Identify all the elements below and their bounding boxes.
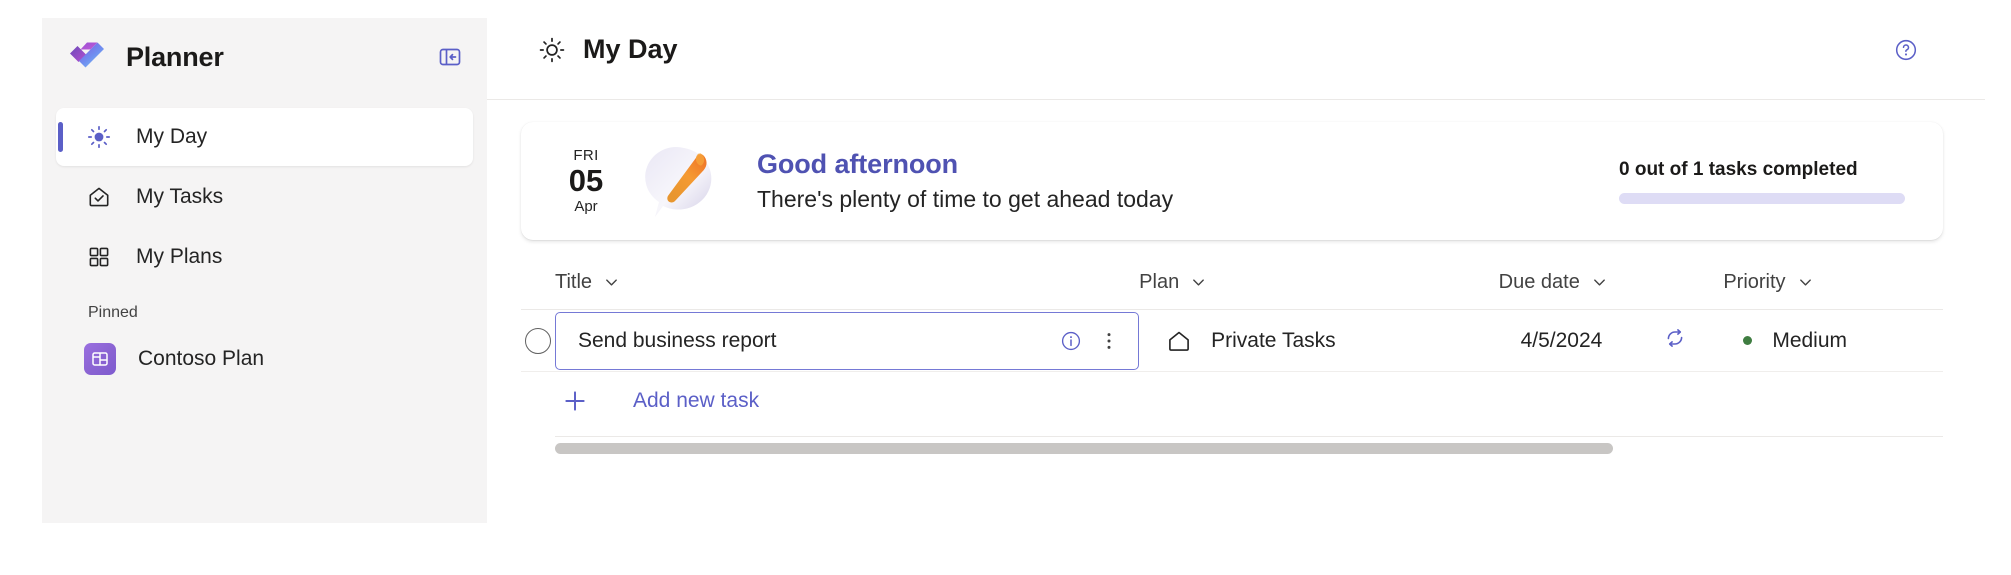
- sidebar-nav: My Day My Tasks My Plans Pinned Contoso …: [42, 96, 487, 388]
- column-header-label: Due date: [1498, 271, 1580, 293]
- home-icon: [1165, 327, 1193, 355]
- chevron-down-icon: [1798, 275, 1813, 290]
- banner-month: Apr: [574, 198, 598, 216]
- column-header-title[interactable]: Title: [555, 271, 1139, 294]
- banner-day-of-week: FRI: [573, 146, 599, 164]
- column-header-label: Plan: [1139, 271, 1180, 293]
- tasks-table: Title Plan Due date Priority Send busine…: [487, 256, 2011, 458]
- banner-text: Good afternoon There's plenty of time to…: [757, 149, 1173, 213]
- page-title: My Day: [583, 34, 678, 64]
- task-title-input[interactable]: Send business report: [555, 311, 1140, 370]
- collapse-sidebar-icon[interactable]: [433, 40, 467, 74]
- scrollbar-thumb[interactable]: [555, 443, 1613, 454]
- greeting-banner: FRI 05 Apr Good afternoon There's plenty…: [521, 122, 1943, 240]
- sidebar-section-pinned: Pinned: [88, 304, 138, 321]
- column-header-plan[interactable]: Plan: [1139, 271, 1498, 294]
- task-due-date-cell[interactable]: 4/5/2024: [1499, 326, 1724, 356]
- task-plan-cell[interactable]: Private Tasks: [1139, 327, 1498, 355]
- sidebar: Planner My Day My Tasks My Plans Pinned …: [42, 18, 487, 523]
- sidebar-item-contoso-plan[interactable]: Contoso Plan: [56, 330, 473, 388]
- banner-day-number: 05: [568, 162, 604, 198]
- sidebar-item-label: My Day: [136, 125, 208, 148]
- home-check-icon: [86, 184, 112, 210]
- task-plan-name: Private Tasks: [1211, 328, 1336, 352]
- column-header-label: Title: [555, 271, 593, 293]
- sidebar-item-my-day[interactable]: My Day: [56, 108, 473, 166]
- planner-logo-icon: [66, 36, 108, 78]
- brand-title: Planner: [126, 41, 224, 72]
- column-header-priority[interactable]: Priority: [1723, 271, 1943, 294]
- add-new-task-button[interactable]: Add new task: [521, 372, 2011, 430]
- plan-board-icon: [84, 343, 116, 375]
- table-row[interactable]: Send business report Private Tasks 4/5/2…: [521, 310, 1943, 372]
- more-vertical-icon[interactable]: [1094, 326, 1124, 356]
- greeting-title: Good afternoon: [757, 149, 959, 179]
- table-header-row: Title Plan Due date Priority: [521, 256, 1943, 310]
- add-new-task-label: Add new task: [633, 389, 760, 412]
- task-due-date-text: 4/5/2024: [1520, 328, 1603, 352]
- tasks-progress-bar: [1619, 192, 1905, 204]
- tasks-progress-label: 0 out of 1 tasks completed: [1619, 158, 1858, 180]
- column-header-due-date[interactable]: Due date: [1499, 271, 1724, 294]
- pencil-bubble-illustration: [641, 138, 727, 224]
- chevron-down-icon: [1191, 275, 1206, 290]
- horizontal-scrollbar[interactable]: [555, 436, 1943, 458]
- task-priority-cell[interactable]: Medium: [1723, 329, 1943, 353]
- main-content: My Day FRI 05 Apr Good afternoon There's…: [487, 0, 2011, 575]
- sun-icon: [537, 35, 567, 65]
- sidebar-item-label: My Plans: [136, 245, 223, 268]
- sidebar-item-label: My Tasks: [136, 185, 224, 208]
- info-circle-icon[interactable]: [1056, 326, 1086, 356]
- task-complete-checkbox[interactable]: [521, 327, 555, 354]
- circle-icon: [525, 327, 551, 354]
- active-indicator: [58, 122, 63, 152]
- greeting-banner-wrap: FRI 05 Apr Good afternoon There's plenty…: [487, 100, 2011, 240]
- priority-dot-icon: [1743, 336, 1753, 345]
- sidebar-item-my-tasks[interactable]: My Tasks: [56, 168, 473, 226]
- page-header: My Day: [487, 0, 1985, 100]
- banner-date: FRI 05 Apr: [557, 147, 615, 216]
- grid-icon: [86, 244, 112, 270]
- column-header-label: Priority: [1723, 271, 1786, 293]
- plus-icon: [561, 387, 589, 415]
- sun-icon: [86, 124, 112, 150]
- task-priority-text: Medium: [1772, 328, 1848, 352]
- chevron-down-icon: [604, 275, 619, 290]
- help-circle-icon[interactable]: [1889, 33, 1923, 67]
- sidebar-item-my-plans[interactable]: My Plans: [56, 228, 473, 286]
- repeat-icon[interactable]: [1663, 326, 1687, 356]
- sidebar-item-label: Contoso Plan: [138, 347, 265, 370]
- task-title-text: Send business report: [578, 328, 777, 352]
- chevron-down-icon: [1592, 275, 1607, 290]
- brand-header: Planner: [42, 18, 487, 96]
- tasks-progress: 0 out of 1 tasks completed: [1619, 159, 1909, 204]
- greeting-subtitle: There's plenty of time to get ahead toda…: [757, 186, 1174, 212]
- planner-app: Planner My Day My Tasks My Plans Pinned …: [0, 0, 2011, 575]
